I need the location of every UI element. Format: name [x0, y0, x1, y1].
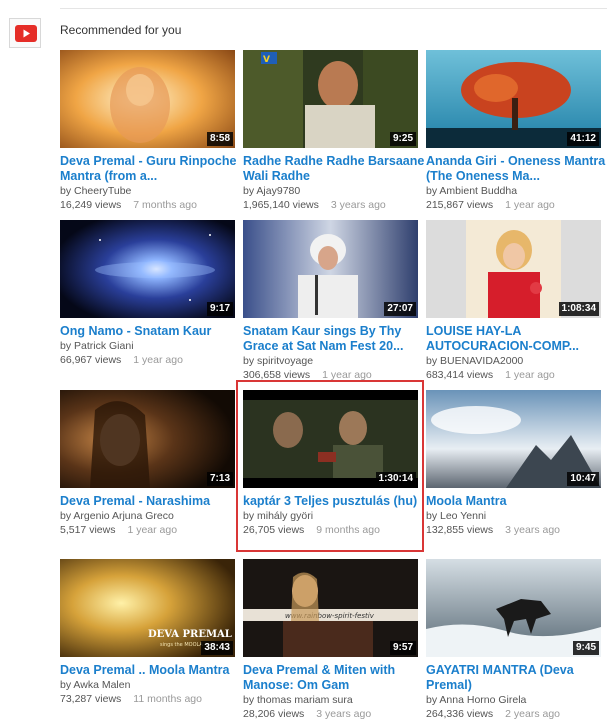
video-views: 66,967 views [60, 354, 122, 366]
video-age: 1 year ago [127, 524, 178, 536]
video-age: 3 years ago [316, 708, 372, 720]
video-duration: 7:13 [206, 472, 233, 486]
video-channel: by Leo Yenni [426, 510, 487, 522]
video-age: 9 months ago [316, 524, 380, 536]
video-views: 73,287 views [60, 693, 122, 705]
video-views: 264,336 views [426, 708, 494, 720]
thumbnail-overlay-subtext: sings the MOOLA [160, 642, 203, 648]
video-card[interactable]: 7:13 Deva Premal - Narashima by Argenio … [60, 390, 241, 537]
video-card[interactable]: 10:47 Moola Mantra by Leo Yenni 132,855 … [426, 390, 607, 537]
video-thumbnail[interactable]: 9:17 [60, 220, 235, 318]
video-title-link[interactable]: Deva Premal - Narashima [60, 494, 245, 509]
video-channel: by CheeryTube [60, 185, 132, 197]
thumbnail-overlay-text: DEVA PREMAL [148, 629, 232, 640]
video-views: 306,658 views [243, 369, 311, 381]
video-channel: by Awka Malen [60, 679, 131, 691]
video-card[interactable]: 41:12 Ananda Giri - Oneness Mantra (The … [426, 50, 607, 212]
video-thumbnail[interactable]: 7:13 [60, 390, 235, 488]
video-age: 1 year ago [505, 369, 555, 381]
video-card[interactable]: DEVA PREMAL sings the MOOLA 38:43 Deva P… [60, 559, 241, 706]
video-views: 683,414 views [426, 369, 494, 381]
svg-text:V: V [263, 55, 270, 65]
video-duration: 1:30:14 [375, 472, 416, 486]
video-views: 132,855 views [426, 524, 494, 536]
video-duration: 9:17 [206, 302, 233, 316]
video-thumbnail[interactable]: 41:12 [426, 50, 601, 148]
video-title-link[interactable]: LOUISE HAY-LA AUTOCURACION-COMP... [426, 324, 611, 354]
video-channel: by Argenio Arjuna Greco [60, 510, 174, 522]
video-channel: by Ajay9780 [243, 185, 301, 197]
video-age: 2 years ago [505, 708, 561, 720]
youtube-logo-box [9, 18, 41, 48]
video-channel: by thomas mariam sura [243, 694, 353, 706]
video-thumbnail[interactable]: 10:47 [426, 390, 601, 488]
video-duration: 9:25 [389, 132, 416, 146]
youtube-play-icon [15, 25, 37, 42]
video-thumbnail[interactable]: 8:58 [60, 50, 235, 148]
video-duration: 8:58 [206, 132, 233, 146]
video-duration: 27:07 [384, 302, 416, 316]
video-thumbnail[interactable]: www.rainbow-spirit-festiv 9:57 [243, 559, 418, 657]
video-thumbnail[interactable]: V 9:25 [243, 50, 418, 148]
video-age: 11 months ago [133, 693, 202, 705]
video-age: 1 year ago [322, 369, 372, 381]
video-duration: 41:12 [567, 132, 599, 146]
video-channel: by Patrick Giani [60, 340, 134, 352]
video-title-link[interactable]: kaptár 3 Teljes pusztulás (hu) [243, 494, 428, 509]
video-card[interactable]: 27:07 Snatam Kaur sings By Thy Grace at … [243, 220, 424, 382]
video-channel: by spiritvoyage [243, 355, 314, 367]
video-title-link[interactable]: Snatam Kaur sings By Thy Grace at Sat Na… [243, 324, 428, 354]
video-title-link[interactable]: GAYATRI MANTRA (Deva Premal) [426, 663, 611, 693]
video-age: 3 years ago [330, 199, 386, 211]
video-title-link[interactable]: Radhe Radhe Radhe Barsaane Wali Radhe [243, 154, 428, 184]
video-card[interactable]: 8:58 Deva Premal - Guru Rinpoche Mantra … [60, 50, 241, 212]
video-age: 1 year ago [133, 354, 183, 366]
video-age: 7 months ago [133, 199, 197, 211]
video-title-link[interactable]: Ananda Giri - Oneness Mantra (The Onenes… [426, 154, 611, 184]
video-thumbnail[interactable]: 9:45 [426, 559, 601, 657]
video-views: 215,867 views [426, 199, 494, 211]
video-card[interactable]: 9:17 Ong Namo - Snatam Kaur by Patrick G… [60, 220, 241, 367]
video-duration: 1:08:34 [558, 302, 599, 316]
video-views: 26,705 views [243, 524, 305, 536]
video-age: 3 years ago [505, 524, 561, 536]
video-duration: 38:43 [201, 641, 233, 655]
video-card[interactable]: 1:08:34 LOUISE HAY-LA AUTOCURACION-COMP.… [426, 220, 607, 382]
video-card[interactable]: 1:30:14 kaptár 3 Teljes pusztulás (hu) b… [243, 390, 424, 537]
video-channel: by mihály györi [243, 510, 314, 522]
video-channel: by Ambient Buddha [426, 185, 518, 197]
video-views: 5,517 views [60, 524, 116, 536]
video-duration: 10:47 [567, 472, 599, 486]
video-title-link[interactable]: Deva Premal - Guru Rinpoche Mantra (from… [60, 154, 245, 184]
video-thumbnail[interactable]: 1:08:34 [426, 220, 601, 318]
section-title: Recommended for you [60, 23, 182, 37]
video-views: 16,249 views [60, 199, 122, 211]
video-thumbnail[interactable]: 27:07 [243, 220, 418, 318]
video-card[interactable]: 9:45 GAYATRI MANTRA (Deva Premal) by Ann… [426, 559, 607, 721]
video-views: 1,965,140 views [243, 199, 319, 211]
video-card[interactable]: V 9:25 Radhe Radhe Radhe Barsaane Wali R… [243, 50, 424, 212]
video-thumbnail[interactable]: 1:30:14 [243, 390, 418, 488]
section-divider [60, 8, 607, 9]
video-title-link[interactable]: Ong Namo - Snatam Kaur [60, 324, 245, 339]
video-channel: by Anna Horno Girela [426, 694, 527, 706]
video-age: 1 year ago [505, 199, 555, 211]
video-title-link[interactable]: Deva Premal & Miten with Manose: Om Gam [243, 663, 428, 693]
video-duration: 9:57 [389, 641, 416, 655]
video-views: 28,206 views [243, 708, 305, 720]
video-duration: 9:45 [572, 641, 599, 655]
video-title-link[interactable]: Moola Mantra [426, 494, 611, 509]
video-card[interactable]: www.rainbow-spirit-festiv 9:57 Deva Prem… [243, 559, 424, 721]
video-channel: by BUENAVIDA2000 [426, 355, 524, 367]
video-title-link[interactable]: Deva Premal .. Moola Mantra [60, 663, 245, 678]
video-thumbnail[interactable]: DEVA PREMAL sings the MOOLA 38:43 [60, 559, 235, 657]
